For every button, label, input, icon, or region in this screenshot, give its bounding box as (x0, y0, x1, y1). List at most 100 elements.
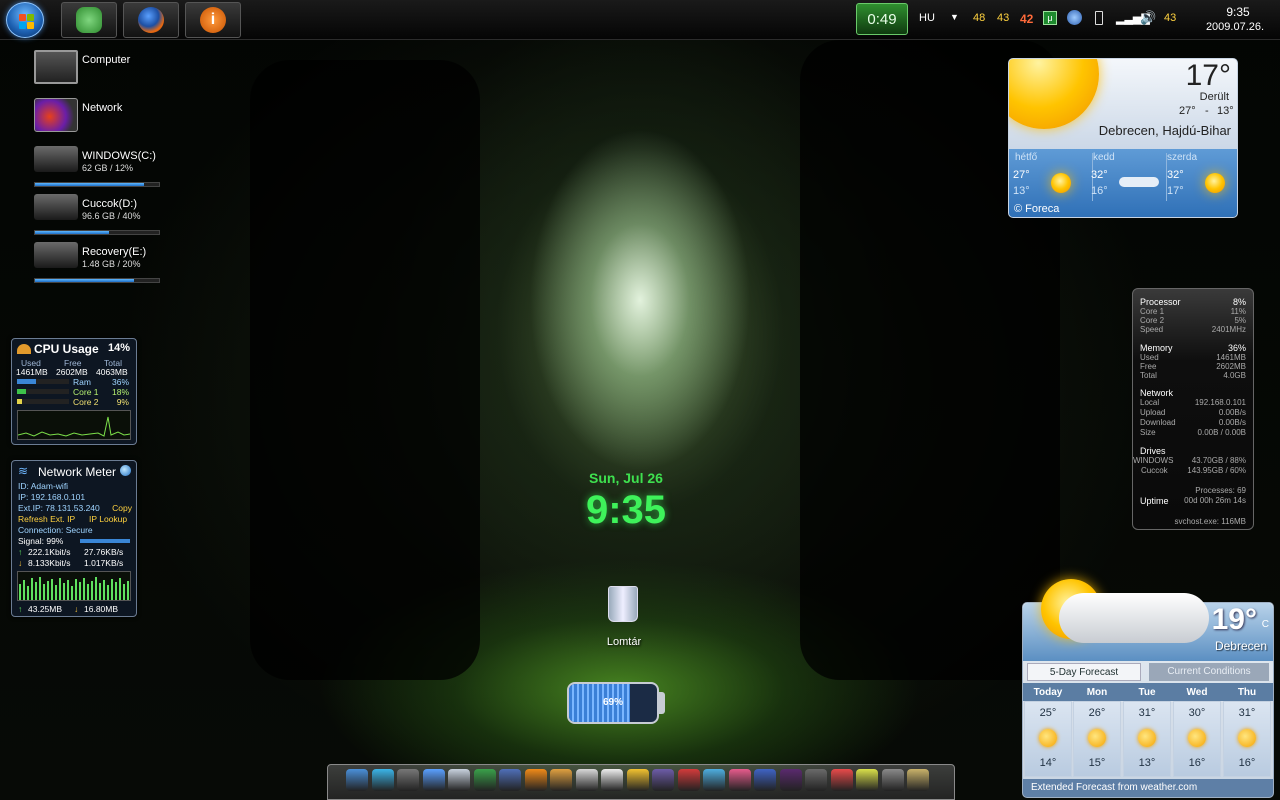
cpu-gadget-title: CPU Usage (34, 342, 99, 356)
desktop-icon-recycle-bin[interactable]: Lomtár (596, 584, 656, 650)
row-value-ram: 36% (111, 377, 129, 387)
forecast-low: 13° (1138, 757, 1156, 769)
sm-upload-label: Upload (1140, 408, 1166, 417)
dock-devices-icon[interactable] (397, 769, 419, 791)
foreca-credit-link[interactable]: © Foreca (1014, 203, 1059, 215)
drive-detail: 1.48 GB / 20% (82, 259, 141, 269)
tab-current-conditions[interactable]: Current Conditions (1149, 663, 1269, 681)
sun-icon (1051, 173, 1071, 193)
dock-menu-icon[interactable] (550, 769, 572, 791)
desktop-icon-drive-c[interactable]: WINDOWS(C:) 62 GB / 12% (34, 146, 164, 190)
desktop-icon-drive-d[interactable]: Cuccok(D:) 96.6 GB / 40% (34, 194, 164, 238)
range-low: 13° (1217, 105, 1234, 117)
dock-calendar-icon[interactable] (830, 769, 853, 791)
dock-chart-icon[interactable] (728, 769, 751, 791)
taskbar-clock-time[interactable]: 9:35 (1200, 5, 1276, 19)
network-meter-gadget[interactable]: ≋ Network Meter ID: Adam-wifi IP: 192.16… (11, 460, 137, 617)
dock-pencil-icon[interactable] (626, 769, 649, 791)
drive-label: Recovery(E:) (82, 246, 147, 258)
dock-document-icon[interactable] (754, 769, 776, 791)
dock-info-icon[interactable] (524, 769, 547, 791)
language-indicator[interactable]: HU (919, 12, 935, 24)
forecast-day-3-low: 17° (1167, 185, 1184, 197)
tray-temp-4[interactable]: 43 (1164, 12, 1176, 24)
dock-floppy-icon[interactable] (499, 769, 521, 791)
battery-icon[interactable] (1095, 11, 1103, 25)
messenger-icon (76, 7, 102, 33)
taskbar-clock-date[interactable]: 2009.07.26. (1194, 21, 1276, 33)
cpu-usage-gadget[interactable]: CPU Usage 14% Used Free Total 1461MB 260… (11, 338, 137, 445)
tray-app-icon[interactable] (1067, 10, 1082, 25)
row-value-core1: 18% (111, 387, 129, 397)
tab-5-day-forecast[interactable]: 5-Day Forecast (1027, 663, 1141, 681)
forecast-low: 15° (1088, 757, 1106, 769)
chevron-down-icon[interactable]: ▼ (950, 12, 959, 22)
desktop-clock-date: Sun, Jul 26 (589, 470, 663, 486)
copy-link[interactable]: Copy (112, 503, 132, 513)
desktop-icon-computer[interactable]: Computer (34, 50, 164, 94)
weather-com-gadget[interactable]: 19° C Debrecen 5-Day Forecast Current Co… (1022, 579, 1274, 798)
drive-label: WINDOWS(C:) (82, 150, 156, 162)
tray-temp-2[interactable]: 43 (997, 12, 1009, 24)
cpu-percent: 14% (107, 342, 130, 354)
dock-finder-icon[interactable] (346, 769, 368, 791)
dock-chess-knight-icon[interactable] (907, 769, 929, 791)
network-icon (34, 98, 78, 132)
sm-core2-value: 5% (1234, 316, 1246, 325)
dock-color-cards-icon[interactable] (575, 769, 598, 791)
weather-footer: Extended Forecast from weather.com (1023, 779, 1273, 797)
dock-fan-icon[interactable] (601, 769, 623, 791)
dock-bar (327, 764, 955, 800)
weather-gadget-foreca[interactable]: 17° Derült 27° - 13° Debrecen, Hajdú-Bih… (1008, 58, 1238, 218)
recycle-bin-icon (608, 586, 638, 622)
volume-icon[interactable]: 🔊 (1140, 10, 1156, 26)
dock-lifesaver-icon[interactable] (677, 769, 700, 791)
taskbar-messenger-button[interactable] (61, 2, 117, 38)
tray-timer[interactable]: 0:49 (856, 3, 908, 35)
taskbar-info-button[interactable]: i (185, 2, 241, 38)
forecast-day-2: kedd (1093, 152, 1115, 163)
dock-network-icon[interactable] (371, 769, 394, 791)
forecast-day-2-high: 32° (1091, 169, 1108, 181)
start-button[interactable] (6, 2, 44, 38)
tray-temp-1[interactable]: 48 (973, 12, 985, 24)
desktop-icon-drive-e[interactable]: Recovery(E:) 1.48 GB / 20% (34, 242, 164, 286)
dock-utorrent-icon[interactable] (473, 769, 496, 791)
dock-2008-icon[interactable] (805, 769, 827, 791)
sm-speed-value: 2401MHz (1211, 325, 1246, 334)
sun-icon (1138, 729, 1156, 747)
dock-mail-bird-icon[interactable] (703, 769, 725, 791)
forecast-day-name: Mon (1086, 687, 1108, 698)
utorrent-icon[interactable]: μ (1043, 11, 1057, 25)
taskbar-firefox-button[interactable] (123, 2, 179, 38)
system-monitor-gadget[interactable]: Processor 8% Core 1 11% Core 2 5% Speed … (1132, 288, 1254, 530)
dock-safari-globe-icon[interactable] (422, 769, 445, 791)
forecast-high: 31° (1138, 707, 1156, 719)
dock-media-icon[interactable] (779, 769, 802, 791)
ram-bar-fill (17, 379, 36, 384)
ip-lookup-link[interactable]: IP Lookup (89, 514, 127, 524)
tray-temp-3[interactable]: 42 (1020, 12, 1033, 26)
drive-usage-fill (35, 231, 110, 234)
forecast-high: 25° (1039, 707, 1057, 719)
sm-total-value: 4.0GB (1223, 371, 1246, 380)
gauge-icon (17, 344, 31, 354)
desktop-icon-network[interactable]: Network (34, 98, 164, 142)
total-upload: 43.25MB (28, 604, 63, 614)
dock-mail-icon[interactable] (448, 769, 470, 791)
ram-bar (17, 379, 69, 384)
dock-tools-icon[interactable] (881, 769, 904, 791)
tree-silhouette (250, 60, 480, 680)
extended-forecast-link[interactable]: Extended Forecast from weather.com (1031, 782, 1197, 793)
dock-books-icon[interactable] (652, 769, 674, 791)
upload-arrow-icon: ↑ (18, 604, 23, 614)
refresh-ext-ip-link[interactable]: Refresh Ext. IP (18, 514, 75, 524)
dock-tennis-ball-icon[interactable] (856, 769, 878, 791)
battery-gadget[interactable]: 69% (563, 678, 673, 730)
sun-icon (1188, 729, 1206, 747)
globe-icon (120, 465, 131, 476)
forecast-high: 31° (1238, 707, 1256, 719)
battery-terminal (659, 692, 665, 714)
range-high: 27° (1179, 105, 1196, 117)
windows-logo-icon-part (27, 14, 34, 21)
